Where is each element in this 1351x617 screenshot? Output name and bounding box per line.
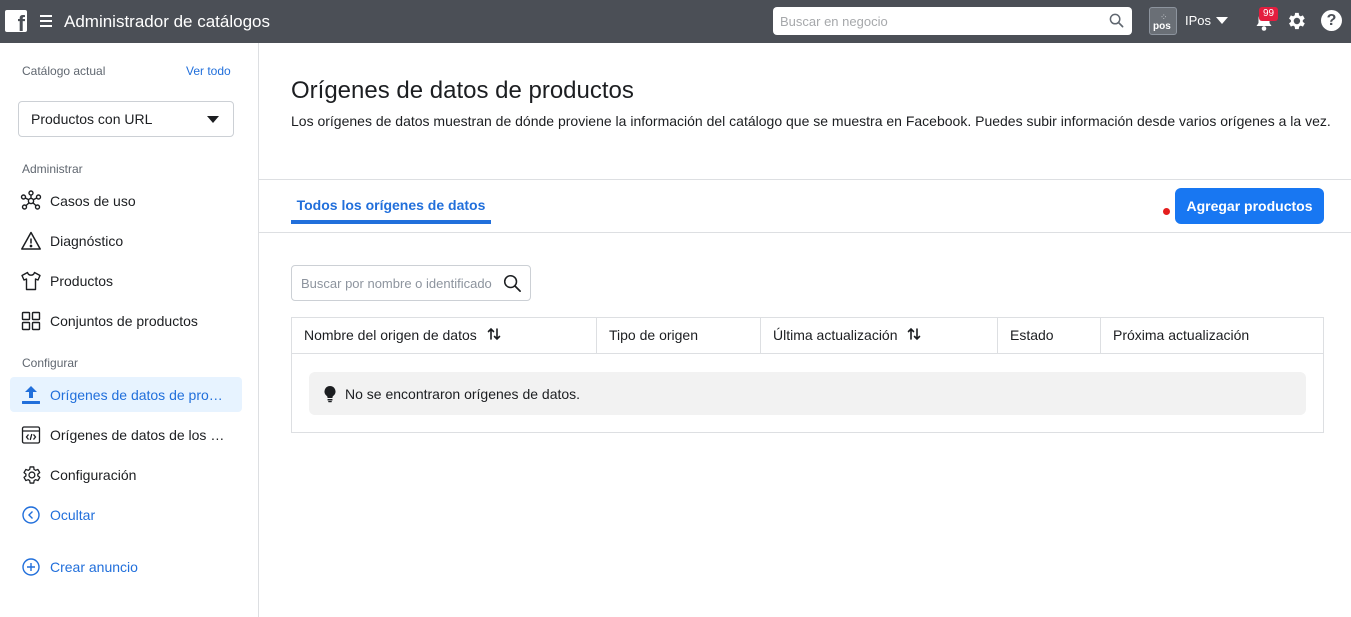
chevron-down-icon (207, 116, 219, 123)
empty-state-message: No se encontraron orígenes de datos. (345, 385, 581, 402)
main-content: Orígenes de datos de productos Los oríge… (259, 43, 1351, 617)
settings-gear-icon[interactable] (1285, 10, 1307, 37)
section-configure-label: Configurar (22, 356, 79, 370)
plus-circle-icon (20, 556, 42, 578)
sidebar-item-label: Diagnóstico (50, 232, 124, 249)
sidebar-item-create-ad[interactable]: Crear anuncio (10, 549, 242, 584)
sidebar-item-label: Productos (50, 272, 114, 289)
tab-all-data-sources[interactable]: Todos los orígenes de datos (291, 180, 491, 224)
column-header-label: Tipo de origen (609, 327, 698, 343)
data-sources-table: Nombre del origen de datos Tipo de orige… (291, 317, 1324, 433)
sidebar-item-product-data-sources[interactable]: Orígenes de datos de productos (10, 377, 242, 412)
menu-icon[interactable] (40, 15, 52, 27)
status-dot (1163, 208, 1170, 215)
notifications-badge: 99 (1259, 7, 1278, 21)
top-bar: f Administrador de catálogos ⁘ pos IPos … (0, 0, 1351, 43)
use-cases-icon (20, 189, 42, 212)
sidebar-item-label: Orígenes de datos de productos (50, 386, 228, 403)
column-header-type: Tipo de origen (597, 318, 761, 353)
warning-icon (20, 230, 42, 252)
sidebar-item-hide[interactable]: Ocultar (10, 497, 242, 532)
sidebar-item-products[interactable]: Productos (10, 263, 242, 298)
column-header-label: Próxima actualización (1113, 327, 1250, 343)
data-source-search-input[interactable] (292, 266, 492, 300)
column-header-label: Última actualización (773, 327, 898, 343)
business-dropdown-caret-icon[interactable] (1216, 17, 1228, 24)
facebook-logo-letter: f (17, 11, 25, 33)
column-header-next-update: Próxima actualización (1101, 318, 1323, 353)
business-name[interactable]: IPos (1185, 13, 1211, 28)
upload-icon (20, 384, 42, 406)
grid-icon (20, 310, 42, 332)
sidebar: Catálogo actual Ver todo Productos con U… (0, 43, 259, 617)
table-header: Nombre del origen de datos Tipo de orige… (292, 318, 1323, 354)
column-header-label: Estado (1010, 327, 1054, 343)
lightbulb-icon (323, 385, 337, 403)
sidebar-item-label: Configuración (50, 466, 137, 483)
app-title: Administrador de catálogos (64, 12, 271, 31)
current-catalog-label: Catálogo actual (22, 64, 106, 78)
sidebar-item-settings[interactable]: Configuración (10, 457, 242, 492)
collapse-icon (20, 504, 42, 526)
sidebar-item-label: Casos de uso (50, 192, 136, 209)
sidebar-item-use-cases[interactable]: Casos de uso (10, 183, 242, 218)
business-avatar[interactable]: ⁘ pos (1149, 7, 1177, 35)
search-icon[interactable] (503, 274, 522, 298)
add-products-button[interactable]: Agregar productos (1175, 188, 1324, 224)
business-avatar-text: pos (1153, 21, 1171, 32)
sidebar-item-label: Ocultar (50, 506, 96, 523)
tabs-bar: Todos los orígenes de datos Agregar prod… (259, 179, 1351, 233)
sidebar-item-label: Conjuntos de productos (50, 312, 198, 329)
help-icon[interactable]: ? (1321, 10, 1342, 31)
column-header-last-update[interactable]: Última actualización (761, 318, 998, 353)
code-icon (20, 424, 42, 446)
catalog-selector[interactable]: Productos con URL (18, 101, 234, 137)
view-all-link[interactable]: Ver todo (186, 64, 231, 78)
sidebar-item-event-data-sources[interactable]: Orígenes de datos de los eventos (10, 417, 242, 452)
business-search[interactable] (773, 7, 1132, 35)
sort-icon[interactable] (487, 319, 501, 354)
column-header-status: Estado (998, 318, 1101, 353)
catalog-selected-value: Productos con URL (31, 111, 153, 127)
gear-icon (20, 464, 42, 486)
column-header-label: Nombre del origen de datos (304, 327, 477, 343)
sidebar-item-label: Orígenes de datos de los eventos (50, 426, 228, 443)
sidebar-item-label: Crear anuncio (50, 558, 138, 575)
sidebar-item-diagnostics[interactable]: Diagnóstico (10, 223, 242, 258)
facebook-logo-icon[interactable]: f (5, 10, 27, 32)
search-icon[interactable] (1109, 13, 1124, 33)
section-manage-label: Administrar (22, 162, 83, 176)
page-description: Los orígenes de datos muestran de dónde … (291, 113, 1331, 129)
sidebar-item-product-sets[interactable]: Conjuntos de productos (10, 303, 242, 338)
page-title: Orígenes de datos de productos (291, 77, 634, 104)
data-source-search[interactable] (291, 265, 531, 301)
empty-state: No se encontraron orígenes de datos. (309, 372, 1306, 415)
business-search-input[interactable] (773, 7, 1093, 35)
shirt-icon (20, 270, 42, 292)
column-header-name[interactable]: Nombre del origen de datos (292, 318, 597, 353)
sort-icon[interactable] (907, 319, 921, 354)
